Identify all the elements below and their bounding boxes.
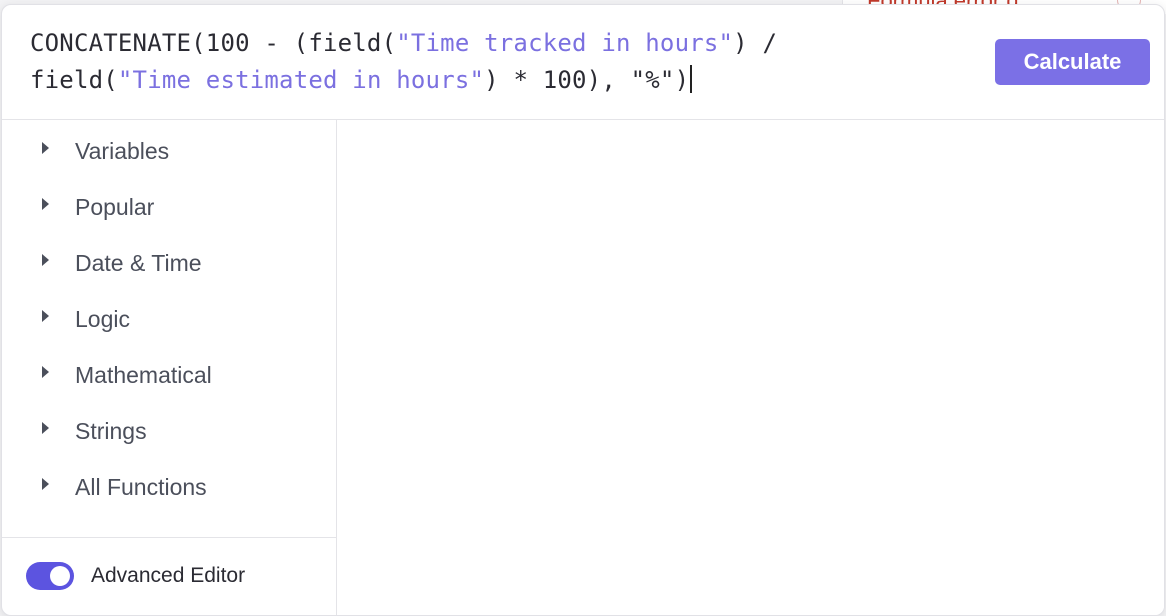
formula-string: "Time tracked in hours" (396, 29, 734, 57)
sidebar-item-date-time[interactable]: Date & Time (2, 242, 336, 282)
caret-right-icon (42, 254, 49, 266)
sidebar-item-label: All Functions (75, 474, 207, 500)
formula-editor-dialog: CONCATENATE(100 - (field("Time tracked i… (1, 4, 1165, 616)
sidebar-item-variables[interactable]: Variables (2, 130, 336, 170)
caret-right-icon (42, 478, 49, 490)
caret-right-icon (42, 366, 49, 378)
function-details-panel (337, 120, 1164, 615)
formula-code: field( (30, 66, 118, 94)
formula-code: ) / (733, 29, 778, 57)
caret-right-icon (42, 198, 49, 210)
sidebar-item-popular[interactable]: Popular (2, 186, 336, 226)
sidebar-item-label: Popular (75, 194, 155, 220)
sidebar-item-label: Variables (75, 138, 170, 164)
sidebar-item-label: Logic (75, 306, 130, 332)
sidebar-item-mathematical[interactable]: Mathematical (2, 354, 336, 394)
advanced-editor-label: Advanced Editor (91, 564, 246, 587)
formula-input[interactable]: CONCATENATE(100 - (field("Time tracked i… (30, 25, 870, 99)
caret-right-icon (42, 422, 49, 434)
calculate-button[interactable]: Calculate (995, 39, 1150, 85)
formula-code: CONCATENATE(100 - (field( (30, 29, 397, 57)
sidebar-item-strings[interactable]: Strings (2, 410, 336, 450)
sidebar-item-logic[interactable]: Logic (2, 298, 336, 338)
sidebar-item-all-functions[interactable]: All Functions (2, 466, 336, 506)
formula-code: ) * 100), "%") (484, 66, 690, 94)
function-sidebar: Variables Popular Date & Time Logic Math… (2, 120, 337, 615)
text-caret (690, 65, 693, 93)
sidebar-item-label: Mathematical (75, 362, 212, 388)
advanced-editor-toggle[interactable] (26, 562, 74, 590)
sidebar-item-label: Date & Time (75, 250, 202, 276)
formula-string: "Time estimated in hours" (117, 66, 485, 94)
formula-editor[interactable]: CONCATENATE(100 - (field("Time tracked i… (2, 5, 1164, 120)
caret-right-icon (42, 310, 49, 322)
sidebar-item-label: Strings (75, 418, 147, 444)
toggle-knob (50, 566, 70, 586)
sidebar-footer: Advanced Editor (2, 537, 336, 615)
caret-right-icon (42, 142, 49, 154)
